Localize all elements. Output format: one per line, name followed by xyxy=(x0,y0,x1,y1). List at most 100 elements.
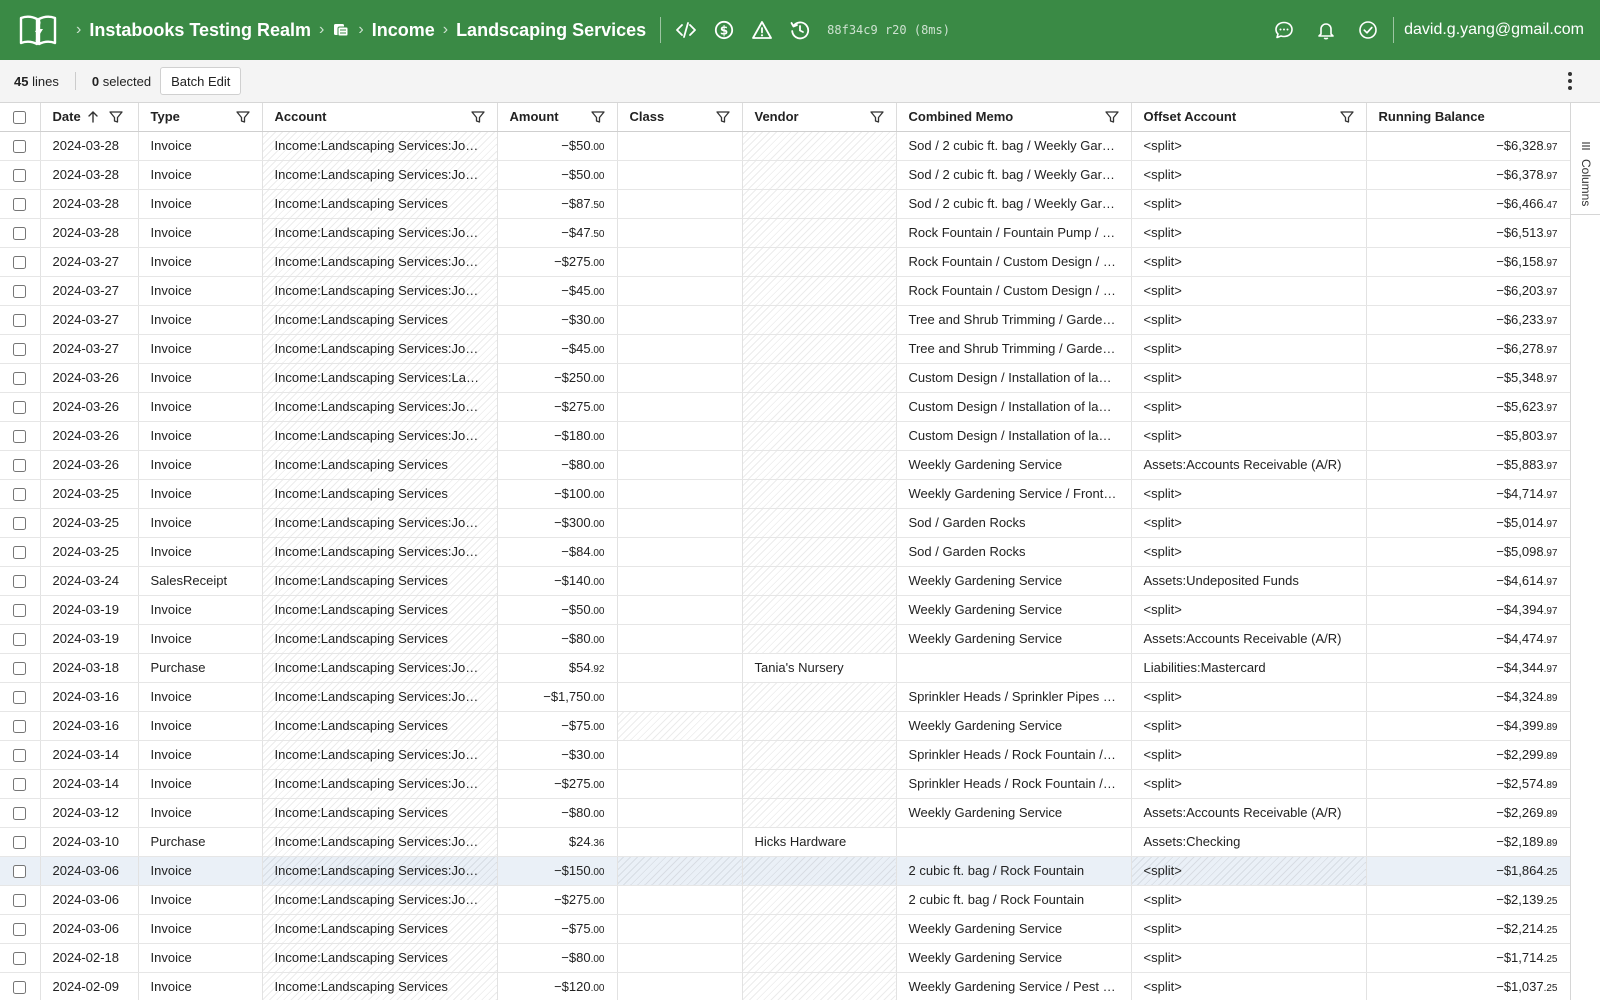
cell-amount[interactable]: −$100.00 xyxy=(497,479,618,509)
cell-date[interactable]: 2024-03-25 xyxy=(40,479,139,509)
cell-amount[interactable]: $24.36 xyxy=(497,827,618,857)
row-checkbox[interactable] xyxy=(13,894,27,908)
cell-class[interactable] xyxy=(617,450,743,480)
cell-class[interactable] xyxy=(617,682,743,712)
table-row[interactable]: 2024-03-06 Invoice Income:Landscaping Serv… xyxy=(0,856,1570,886)
table-row[interactable]: 2024-03-16 Invoice Income:Landscaping Serv… xyxy=(0,682,1570,712)
cell-account[interactable]: Income:Landscaping Services:Labor:Instal… xyxy=(262,363,498,393)
cell-account[interactable]: Income:Landscaping Services:Job Material… xyxy=(262,392,498,422)
cell-offset-account[interactable]: Liabilities:Mastercard xyxy=(1131,653,1367,683)
cell-amount[interactable]: −$275.00 xyxy=(497,769,618,799)
table-row[interactable]: 2024-03-19 Invoice Income:Landscaping Serv… xyxy=(0,595,1570,625)
cell-class[interactable] xyxy=(617,566,743,596)
filter-icon[interactable] xyxy=(1339,110,1354,124)
cell-offset-account[interactable]: <split> xyxy=(1131,508,1367,538)
cell-vendor[interactable] xyxy=(742,537,897,567)
cell-account[interactable]: Income:Landscaping Services xyxy=(262,711,498,741)
cell-type[interactable]: Invoice xyxy=(138,682,263,712)
cell-amount[interactable]: −$30.00 xyxy=(497,305,618,335)
cell-vendor[interactable] xyxy=(742,972,897,1000)
cell-date[interactable]: 2024-03-28 xyxy=(40,160,139,190)
row-checkbox[interactable] xyxy=(13,691,27,705)
cell-amount[interactable]: −$84.00 xyxy=(497,537,618,567)
cell-date[interactable]: 2024-03-06 xyxy=(40,914,139,944)
cell-date[interactable]: 2024-03-19 xyxy=(40,624,139,654)
cell-amount[interactable]: −$275.00 xyxy=(497,392,618,422)
cell-class[interactable] xyxy=(617,421,743,451)
cell-offset-account[interactable]: <split> xyxy=(1131,189,1367,219)
cell-class[interactable] xyxy=(617,160,743,190)
table-row[interactable]: 2024-03-28 Invoice Income:Landscaping Serv… xyxy=(0,131,1570,161)
cell-vendor[interactable] xyxy=(742,885,897,915)
cell-offset-account[interactable]: <split> xyxy=(1131,421,1367,451)
table-row[interactable]: 2024-03-28 Invoice Income:Landscaping Serv… xyxy=(0,160,1570,190)
cell-type[interactable]: Invoice xyxy=(138,160,263,190)
column-header-type[interactable]: Type xyxy=(138,103,263,132)
cell-vendor[interactable] xyxy=(742,798,897,828)
check-circle-icon[interactable] xyxy=(1357,19,1379,41)
cell-class[interactable] xyxy=(617,189,743,219)
cell-amount[interactable]: −$80.00 xyxy=(497,798,618,828)
cell-combined-memo[interactable]: Tree and Shrub Trimming / Garden Rocks xyxy=(896,305,1132,335)
row-checkbox[interactable] xyxy=(13,343,27,357)
cell-vendor[interactable] xyxy=(742,334,897,364)
cell-vendor[interactable] xyxy=(742,769,897,799)
cell-date[interactable]: 2024-03-19 xyxy=(40,595,139,625)
table-row[interactable]: 2024-03-27 Invoice Income:Landscaping Serv… xyxy=(0,276,1570,306)
cell-type[interactable]: Invoice xyxy=(138,508,263,538)
table-row[interactable]: 2024-03-26 Invoice Income:Landscaping Serv… xyxy=(0,363,1570,393)
cell-vendor[interactable] xyxy=(742,856,897,886)
cell-type[interactable]: Invoice xyxy=(138,392,263,422)
table-row[interactable]: 2024-03-28 Invoice Income:Landscaping Serv… xyxy=(0,218,1570,248)
cell-date[interactable]: 2024-03-27 xyxy=(40,247,139,277)
cell-date[interactable]: 2024-02-18 xyxy=(40,943,139,973)
cell-class[interactable] xyxy=(617,914,743,944)
cell-offset-account[interactable]: <split> xyxy=(1131,769,1367,799)
cell-combined-memo[interactable]: Sprinkler Heads / Rock Fountain / Design xyxy=(896,740,1132,770)
table-row[interactable]: 2024-03-10 Purchase Income:Landscaping Ser… xyxy=(0,827,1570,857)
cell-account[interactable]: Income:Landscaping Services:Job Material… xyxy=(262,276,498,306)
cell-type[interactable]: Invoice xyxy=(138,914,263,944)
table-row[interactable]: 2024-03-26 Invoice Income:Landscaping Serv… xyxy=(0,392,1570,422)
cell-amount[interactable]: −$275.00 xyxy=(497,885,618,915)
cell-type[interactable]: Invoice xyxy=(138,334,263,364)
breadcrumb-realm[interactable]: Instabooks Testing Realm xyxy=(89,20,311,41)
cell-type[interactable]: Invoice xyxy=(138,363,263,393)
cell-class[interactable] xyxy=(617,334,743,364)
cell-offset-account[interactable]: <split> xyxy=(1131,276,1367,306)
cell-type[interactable]: Purchase xyxy=(138,653,263,683)
cell-type[interactable]: Invoice xyxy=(138,856,263,886)
cell-type[interactable]: Invoice xyxy=(138,276,263,306)
cell-offset-account[interactable]: <split> xyxy=(1131,305,1367,335)
cell-date[interactable]: 2024-03-14 xyxy=(40,769,139,799)
cell-class[interactable] xyxy=(617,247,743,277)
cell-combined-memo[interactable]: Tree and Shrub Trimming / Garden Rocks xyxy=(896,334,1132,364)
cell-combined-memo[interactable]: Weekly Gardening Service / Pest Control xyxy=(896,972,1132,1000)
table-row[interactable]: 2024-03-14 Invoice Income:Landscaping Serv… xyxy=(0,769,1570,799)
cell-amount[interactable]: −$275.00 xyxy=(497,247,618,277)
column-header-account[interactable]: Account xyxy=(262,103,498,132)
filter-icon[interactable] xyxy=(869,110,884,124)
row-checkbox[interactable] xyxy=(13,488,27,502)
row-checkbox[interactable] xyxy=(13,807,27,821)
cell-offset-account[interactable]: <split> xyxy=(1131,218,1367,248)
column-header-running-balance[interactable]: Running Balance xyxy=(1366,103,1570,132)
cell-vendor[interactable] xyxy=(742,363,897,393)
row-checkbox[interactable] xyxy=(13,836,27,850)
cell-offset-account[interactable]: <split> xyxy=(1131,711,1367,741)
cell-vendor[interactable] xyxy=(742,566,897,596)
cell-combined-memo[interactable] xyxy=(896,653,1132,683)
cell-account[interactable]: Income:Landscaping Services xyxy=(262,566,498,596)
table-row[interactable]: 2024-03-24 SalesReceipt Income:Landscaping… xyxy=(0,566,1570,596)
user-email[interactable]: david.g.yang@gmail.com xyxy=(1404,21,1584,39)
cell-class[interactable] xyxy=(617,624,743,654)
cell-offset-account[interactable]: <split> xyxy=(1131,740,1367,770)
cell-combined-memo[interactable]: Weekly Gardening Service xyxy=(896,450,1132,480)
filter-icon[interactable] xyxy=(590,110,605,124)
cell-offset-account[interactable]: <split> xyxy=(1131,392,1367,422)
cell-vendor[interactable] xyxy=(742,421,897,451)
cell-class[interactable] xyxy=(617,595,743,625)
cell-amount[interactable]: −$80.00 xyxy=(497,624,618,654)
row-checkbox[interactable] xyxy=(13,778,27,792)
cell-vendor[interactable] xyxy=(742,276,897,306)
